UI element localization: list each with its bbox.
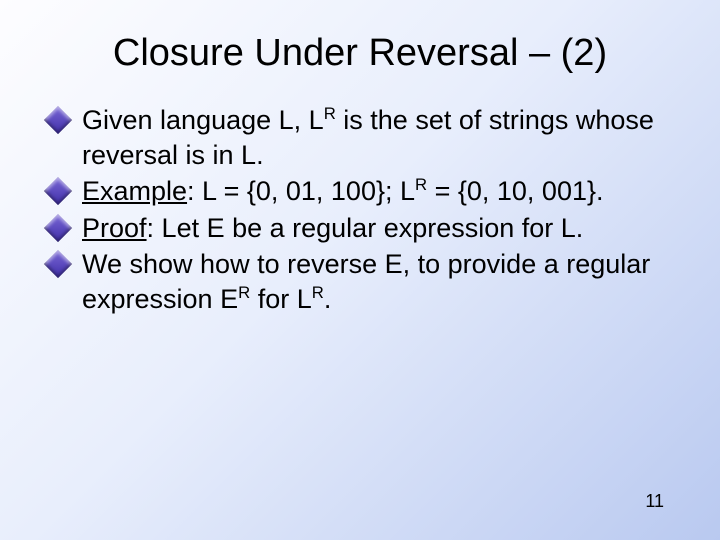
bullet-item: We show how to reverse E, to provide a r… bbox=[48, 247, 672, 316]
bullet-label: Example bbox=[82, 176, 187, 206]
bullet-item: Given language L, LR is the set of strin… bbox=[48, 103, 672, 172]
slide: Closure Under Reversal – (2) Given langu… bbox=[0, 0, 720, 540]
page-number: 11 bbox=[645, 491, 664, 512]
bullet-text: = {0, 10, 001}. bbox=[427, 176, 603, 206]
diamond-bullet-icon bbox=[44, 250, 72, 278]
diamond-bullet-icon bbox=[44, 177, 72, 205]
bullet-text: Given language L, L bbox=[82, 105, 324, 135]
superscript: R bbox=[415, 175, 427, 194]
bullet-text: : L = {0, 01, 100}; L bbox=[187, 176, 415, 206]
slide-title: Closure Under Reversal – (2) bbox=[48, 32, 672, 75]
superscript: R bbox=[324, 104, 336, 123]
bullet-text: : Let E be a regular expression for L. bbox=[147, 213, 584, 243]
bullet-text: for L bbox=[250, 284, 312, 314]
bullet-label: Proof bbox=[82, 213, 147, 243]
diamond-bullet-icon bbox=[44, 213, 72, 241]
bullet-text: We show how to reverse E, to provide a r… bbox=[82, 249, 650, 314]
superscript: R bbox=[238, 283, 250, 302]
superscript: R bbox=[312, 283, 324, 302]
bullet-text: . bbox=[324, 284, 332, 314]
bullet-item: Example: L = {0, 01, 100}; LR = {0, 10, … bbox=[48, 174, 672, 209]
diamond-bullet-icon bbox=[44, 106, 72, 134]
bullet-list: Given language L, LR is the set of strin… bbox=[48, 103, 672, 316]
bullet-item: Proof: Let E be a regular expression for… bbox=[48, 211, 672, 246]
